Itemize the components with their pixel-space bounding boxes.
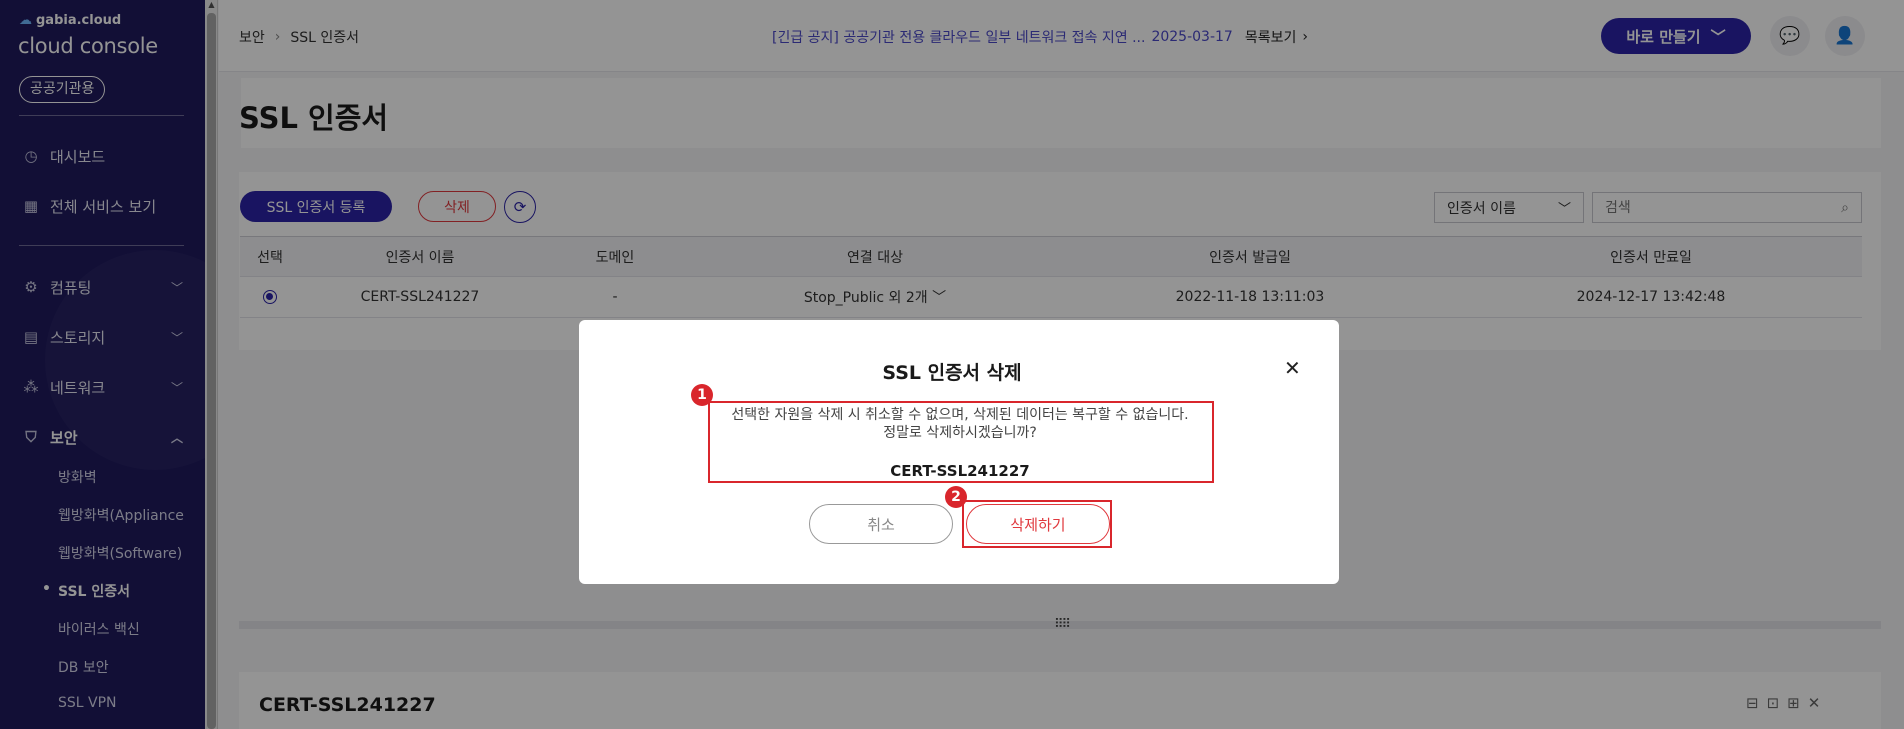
dialog-certificate-name: CERT-SSL241227 (890, 462, 1030, 480)
close-icon[interactable]: ✕ (1284, 356, 1301, 380)
dialog-warning-message: 선택한 자원을 삭제 시 취소할 수 없으며, 삭제된 데이터는 복구할 수 없… (731, 407, 1189, 423)
cancel-button[interactable]: 취소 (809, 504, 953, 544)
dialog-confirm-question: 정말로 삭제하시겠습니까? (883, 425, 1037, 441)
dialog-title: SSL 인증서 삭제 (882, 362, 1022, 384)
annotation-step-badge: 1 (691, 384, 713, 406)
confirm-delete-button[interactable]: 삭제하기 (966, 504, 1110, 544)
annotation-step-badge: 2 (945, 486, 967, 508)
